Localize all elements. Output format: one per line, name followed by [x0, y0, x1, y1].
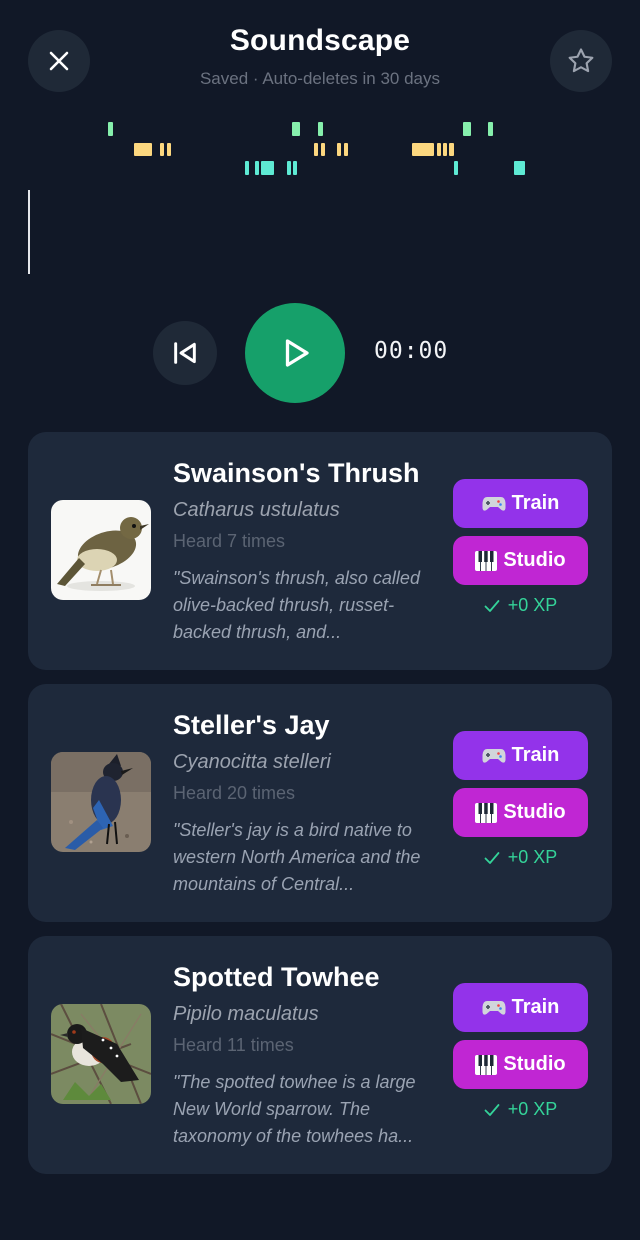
bird-description: "Steller's jay is a bird native to weste…: [173, 820, 421, 894]
train-label: Train: [511, 996, 560, 1018]
spectrogram-mark: [344, 143, 348, 156]
check-icon: [484, 1103, 500, 1116]
page-title: Soundscape: [229, 24, 411, 57]
spectrogram-mark: [245, 161, 249, 175]
piano-keys-icon: [475, 802, 498, 823]
xp-status: +0 XP: [453, 595, 588, 616]
spectrogram-mark: [255, 161, 259, 175]
train-label: Train: [511, 744, 560, 766]
heard-count: Heard 11 times: [173, 1035, 294, 1055]
spectrogram-mark: [437, 143, 441, 156]
page-subtitle: Saved · Auto-deletes in 30 days: [199, 69, 441, 88]
skip-back-icon: [174, 342, 196, 364]
star-outline-icon: [568, 48, 594, 73]
playback-controls: 00:00: [0, 302, 640, 404]
bird-scientific-name: Catharus ustulatus: [173, 499, 340, 521]
game-controller-icon: [482, 496, 506, 511]
train-button[interactable]: Train: [453, 479, 588, 528]
bird-card[interactable]: Spotted Towhee Pipilo maculatus Heard 11…: [28, 936, 612, 1174]
train-label: Train: [511, 492, 560, 514]
studio-button[interactable]: Studio: [453, 788, 588, 837]
bird-common-name: Steller's Jay: [173, 710, 330, 740]
spectrogram[interactable]: [0, 110, 640, 190]
playhead-cursor[interactable]: [28, 190, 30, 274]
spectrogram-mark: [412, 143, 434, 156]
game-controller-icon: [482, 1000, 506, 1015]
spectrogram-mark: [449, 143, 454, 156]
spectrogram-mark: [514, 161, 525, 175]
spectrogram-mark: [321, 143, 325, 156]
bird-common-name: Swainson's Thrush: [173, 458, 420, 488]
spectrogram-mark: [488, 122, 493, 136]
check-icon: [484, 599, 500, 612]
studio-button[interactable]: Studio: [453, 1040, 588, 1089]
play-icon: [285, 339, 309, 367]
bird-photo: [51, 500, 151, 600]
studio-label: Studio: [503, 801, 566, 823]
studio-button[interactable]: Studio: [453, 536, 588, 585]
restart-button[interactable]: [153, 321, 217, 385]
studio-label: Studio: [503, 1053, 566, 1075]
spectrogram-mark: [337, 143, 341, 156]
spectrogram-mark: [314, 143, 318, 156]
spectrogram-mark: [261, 161, 274, 175]
spectrogram-mark: [292, 122, 300, 136]
xp-label: +0 XP: [507, 847, 558, 867]
bird-photo: [51, 1004, 151, 1104]
bird-scientific-name: Cyanocitta stelleri: [173, 751, 331, 773]
bird-card[interactable]: Swainson's Thrush Catharus ustulatus Hea…: [28, 432, 612, 670]
bird-card[interactable]: Steller's Jay Cyanocitta stelleri Heard …: [28, 684, 612, 922]
check-icon: [484, 851, 500, 864]
spectrogram-mark: [454, 161, 458, 175]
bird-photo: [51, 752, 151, 852]
heard-count: Heard 20 times: [173, 783, 296, 803]
spectrogram-mark: [160, 143, 164, 156]
bird-scientific-name: Pipilo maculatus: [173, 1003, 319, 1025]
spectrogram-mark: [167, 143, 171, 156]
bird-description: "The spotted towhee is a large New World…: [173, 1072, 416, 1146]
xp-label: +0 XP: [507, 1099, 558, 1119]
play-button[interactable]: [245, 303, 345, 403]
spectrogram-mark: [108, 122, 113, 136]
time-readout: 00:00: [374, 338, 449, 364]
spectrogram-mark: [134, 143, 152, 156]
favorite-button[interactable]: [550, 30, 612, 92]
xp-label: +0 XP: [507, 595, 558, 615]
piano-keys-icon: [475, 550, 498, 571]
xp-status: +0 XP: [453, 847, 588, 868]
spectrogram-mark: [318, 122, 323, 136]
train-button[interactable]: Train: [453, 983, 588, 1032]
studio-label: Studio: [503, 549, 566, 571]
spectrogram-mark: [293, 161, 297, 175]
spectrogram-mark: [443, 143, 447, 156]
bird-description: "Swainson's thrush, also called olive-ba…: [173, 568, 420, 642]
xp-status: +0 XP: [453, 1099, 588, 1120]
train-button[interactable]: Train: [453, 731, 588, 780]
spectrogram-mark: [287, 161, 291, 175]
spectrogram-mark: [463, 122, 471, 136]
heard-count: Heard 7 times: [173, 531, 286, 551]
game-controller-icon: [482, 748, 506, 763]
piano-keys-icon: [475, 1054, 498, 1075]
bird-common-name: Spotted Towhee: [173, 962, 380, 992]
